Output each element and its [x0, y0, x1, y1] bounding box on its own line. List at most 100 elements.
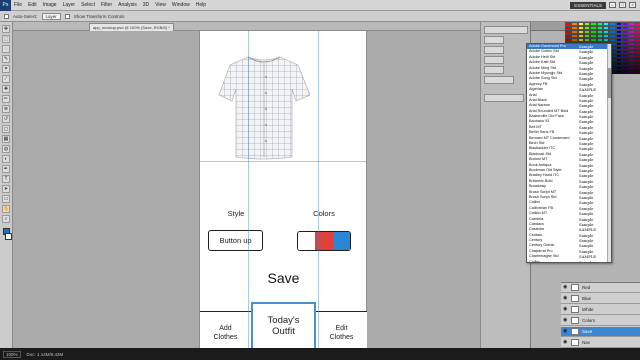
stamp-icon[interactable]: ⊕: [2, 105, 10, 113]
eye-icon[interactable]: ◉: [563, 296, 568, 301]
layer-row[interactable]: ◉ Save: [561, 327, 640, 337]
auto-select-dropdown[interactable]: Layer: [41, 12, 61, 20]
brush-icon[interactable]: ✏: [2, 95, 10, 103]
font-size-field[interactable]: [484, 36, 504, 44]
marquee-icon[interactable]: ⬚: [2, 35, 10, 43]
zoom-icon[interactable]: ⌕: [2, 215, 10, 223]
dropdown-scrollbar[interactable]: [607, 44, 611, 262]
scale-field[interactable]: [484, 66, 504, 74]
options-bar: Auto-Select: Layer Show Transform Contro…: [0, 11, 640, 22]
font-family-field[interactable]: [484, 26, 528, 34]
menu-analysis[interactable]: Analysis: [115, 2, 140, 8]
close-icon[interactable]: ×: [629, 2, 636, 8]
colors-label: Colors: [313, 209, 335, 218]
layer-row[interactable]: ◉ Red: [561, 283, 640, 293]
bottom-nav: Add Clothes Today's Outfit Edit Clothes: [200, 302, 367, 348]
eraser-icon[interactable]: ◻: [2, 125, 10, 133]
color-swatch-blue[interactable]: [332, 232, 350, 250]
guide-line: [248, 31, 249, 348]
layer-thumbnail: [571, 284, 579, 291]
scrollbar-thumb[interactable]: [607, 68, 611, 98]
font-item[interactable]: Chiller Sample: [527, 259, 611, 263]
status-bar: 100% Doc: 1.14M/9.43M: [0, 348, 640, 360]
layer-name: Colors: [582, 318, 596, 323]
move-icon[interactable]: ✥: [2, 25, 10, 33]
menu-view[interactable]: View: [152, 2, 169, 8]
auto-select-checkbox[interactable]: [4, 13, 9, 19]
layer-thumbnail: [571, 339, 579, 346]
layer-name: Blue: [582, 296, 592, 301]
path-select-icon[interactable]: ➤: [2, 185, 10, 193]
menu-select[interactable]: Select: [78, 2, 98, 8]
history-brush-icon[interactable]: ↺: [2, 115, 10, 123]
minimize-icon[interactable]: –: [609, 2, 616, 8]
tracking-field[interactable]: [484, 46, 504, 54]
style-button[interactable]: Button up: [208, 230, 263, 251]
layer-name: White: [582, 307, 594, 312]
zoom-level[interactable]: 100%: [3, 350, 21, 358]
menu-filter[interactable]: Filter: [98, 2, 115, 8]
guide-line: [200, 161, 367, 162]
document-size: Doc: 1.14M/9.43M: [26, 351, 64, 357]
maximize-icon[interactable]: □: [619, 2, 626, 8]
document-canvas[interactable]: Style Colors Button up Save Add Clothes …: [199, 31, 367, 348]
gradient-icon[interactable]: ▦: [2, 135, 10, 143]
tools-panel: ✥ ⬚ ◌ ✎ ⌗ ⁄ ✚ ✏ ⊕ ↺ ◻ ▦ ◍ ◐ ✒ T ➤ ▭ ✋ ⌕: [0, 22, 13, 348]
eyedropper-icon[interactable]: ⁄: [2, 75, 10, 83]
transform-controls-label: Show Transform Controls: [73, 13, 125, 19]
nav-add-clothes[interactable]: Add Clothes: [200, 312, 251, 348]
menu-file[interactable]: File: [11, 2, 25, 8]
photoshop-logo-icon: Ps: [0, 0, 11, 11]
color-picker: [297, 231, 351, 251]
menu-layer[interactable]: Layer: [60, 2, 79, 8]
auto-select-label: Auto-Select:: [13, 13, 38, 19]
menu-3d[interactable]: 3D: [140, 2, 152, 8]
font-list: Adobe Garamond Pro Sample Adobe Gothic Std…: [527, 44, 611, 263]
shirt-image: [218, 56, 311, 160]
dodge-icon[interactable]: ◐: [2, 155, 10, 163]
quick-select-icon[interactable]: ✎: [2, 55, 10, 63]
layer-row[interactable]: ◉ Colors: [561, 316, 640, 326]
shape-icon[interactable]: ▭: [2, 195, 10, 203]
eye-icon[interactable]: ◉: [563, 285, 568, 290]
color-swatch-white[interactable]: [298, 232, 316, 250]
transform-controls-checkbox[interactable]: [64, 13, 70, 19]
baseline-field[interactable]: [484, 76, 514, 84]
save-button[interactable]: Save: [200, 267, 367, 289]
healing-icon[interactable]: ✚: [2, 85, 10, 93]
layer-thumbnail: [571, 295, 579, 302]
document-tab-bar: app_mockup.psd @ 100% (Save, RGB/8) *: [13, 22, 530, 31]
eye-icon[interactable]: ◉: [563, 329, 568, 334]
pen-icon[interactable]: ✒: [2, 165, 10, 173]
menu-edit[interactable]: Edit: [25, 2, 40, 8]
font-family-dropdown[interactable]: Adobe Garamond Pro Sample Adobe Gothic Std…: [526, 43, 612, 263]
menu-image[interactable]: Image: [40, 2, 60, 8]
eye-icon[interactable]: ◉: [563, 307, 568, 312]
layer-name: Save: [582, 329, 593, 334]
blur-icon[interactable]: ◍: [2, 145, 10, 153]
document-tab[interactable]: app_mockup.psd @ 100% (Save, RGB/8) *: [89, 23, 174, 31]
kerning-field[interactable]: [484, 56, 504, 64]
menu-window[interactable]: Window: [169, 2, 193, 8]
style-label: Style: [227, 209, 245, 218]
nav-todays-outfit[interactable]: Today's Outfit: [250, 302, 317, 348]
nav-edit-clothes[interactable]: Edit Clothes: [316, 312, 367, 348]
eye-icon[interactable]: ◉: [563, 340, 568, 345]
crop-icon[interactable]: ⌗: [2, 65, 10, 73]
type-icon[interactable]: T: [2, 175, 10, 183]
language-field[interactable]: [484, 94, 524, 102]
layer-row[interactable]: ◉ White: [561, 305, 640, 315]
menu-bar: Ps File Edit Image Layer Select Filter A…: [0, 0, 640, 11]
layer-thumbnail: [571, 306, 579, 313]
background-color-swatch[interactable]: [4, 233, 12, 240]
menu-help[interactable]: Help: [193, 2, 209, 8]
window-controls: ESSENTIALS – □ ×: [570, 1, 640, 9]
layer-row[interactable]: ◉ Nav: [561, 338, 640, 348]
workspace-switcher[interactable]: ESSENTIALS: [570, 1, 606, 9]
layer-row[interactable]: ◉ Blue: [561, 294, 640, 304]
hand-icon[interactable]: ✋: [2, 205, 10, 213]
lasso-icon[interactable]: ◌: [2, 45, 10, 53]
font-name: Chiller: [529, 259, 540, 263]
eye-icon[interactable]: ◉: [563, 318, 568, 323]
color-swatch[interactable]: [634, 70, 640, 74]
